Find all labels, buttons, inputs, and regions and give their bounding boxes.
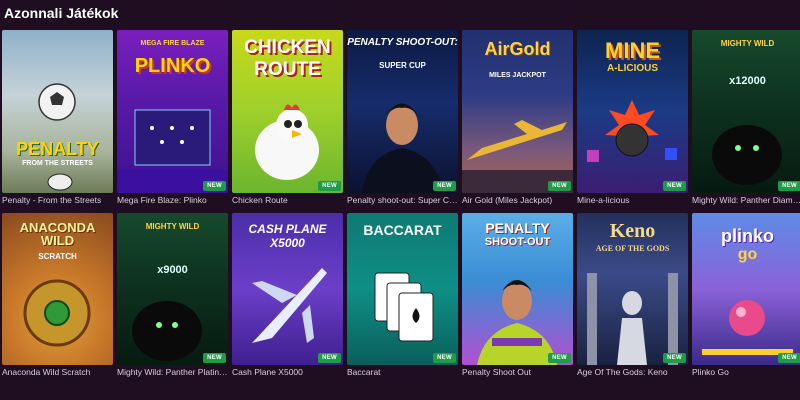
game-caption[interactable]: Mighty Wild: Panther Diamond (692, 195, 800, 207)
game-card-penalty-shoot-out[interactable]: PENALTY SHOOT-OUT NEW Penalty Shoot Out (462, 213, 573, 379)
penalty-art (38, 83, 76, 191)
game-card-plinko-go[interactable]: plinko go NEW Plinko Go (692, 213, 800, 379)
statue-art (587, 273, 678, 365)
ball-art (702, 300, 793, 355)
game-caption[interactable]: Penalty Shoot Out (462, 367, 573, 379)
game-thumbnail[interactable]: BACCARAT NEW (347, 213, 458, 365)
game-card-cash-plane[interactable]: CASH PLANE X5000 NEW Cash Plane X5000 (232, 213, 343, 379)
game-card-baccarat[interactable]: BACCARAT NEW Baccarat (347, 213, 458, 379)
game-thumbnail[interactable]: MEGA FIRE BLAZE PLINKO NEW (117, 30, 228, 193)
new-badge: NEW (318, 353, 341, 363)
game-thumbnail[interactable]: AirGold MILES JACKPOT NEW (462, 30, 573, 193)
game-caption[interactable]: Mine-a-licious (577, 195, 688, 207)
new-badge: NEW (203, 181, 226, 191)
player-art (477, 280, 557, 365)
chicken-art (255, 104, 319, 180)
new-badge: NEW (433, 353, 456, 363)
game-caption[interactable]: Age Of The Gods: Keno (577, 367, 688, 379)
game-card-age-of-the-gods-keno[interactable]: Keno AGE OF THE GODS NEW Age Of The Gods… (577, 213, 688, 379)
art-subtitle: FROM THE STREETS (22, 160, 93, 167)
player-art (362, 103, 443, 193)
game-caption[interactable]: Mega Fire Blaze: Plinko (117, 195, 228, 207)
game-thumbnail[interactable]: MINE A-LICIOUS NEW (577, 30, 688, 193)
game-card-anaconda-wild-scratch[interactable]: ANACONDA WILD SCRATCH Anaconda Wild Scra… (2, 213, 113, 379)
game-card-penalty-streets[interactable]: PENALTY FROM THE STREETS Penalty - From … (2, 30, 113, 207)
cards-art (374, 272, 434, 342)
game-thumbnail[interactable]: ANACONDA WILD SCRATCH (2, 213, 113, 365)
art-title: PENALTY (16, 139, 99, 159)
game-card-mega-fire-blaze-plinko[interactable]: MEGA FIRE BLAZE PLINKO NEW Mega Fire Bla… (117, 30, 228, 207)
airplane-art (462, 120, 573, 193)
game-caption[interactable]: Cash Plane X5000 (232, 367, 343, 379)
game-caption[interactable]: Penalty - From the Streets (2, 195, 113, 207)
new-badge: NEW (203, 353, 226, 363)
game-caption[interactable]: Chicken Route (232, 195, 343, 207)
game-card-chicken-route[interactable]: CHICKEN ROUTE NEW Chicken Route (232, 30, 343, 207)
game-card-mighty-wild-panther-diamond[interactable]: MIGHTY WILD x12000 NEW Mighty Wild: Pant… (692, 30, 800, 207)
new-badge: NEW (548, 353, 571, 363)
game-thumbnail[interactable]: PENALTY SHOOT-OUT NEW (462, 213, 573, 365)
game-caption[interactable]: Mighty Wild: Panther Platinum (117, 367, 228, 379)
plinko-board-art (117, 109, 228, 193)
game-card-mighty-wild-panther-platinum[interactable]: MIGHTY WILD x9000 NEW Mighty Wild: Panth… (117, 213, 228, 379)
game-caption[interactable]: Baccarat (347, 367, 458, 379)
game-thumbnail[interactable]: PENALTY SHOOT-OUT: SUPER CUP NEW (347, 30, 458, 193)
jet-art (252, 268, 327, 343)
game-caption[interactable]: Plinko Go (692, 367, 800, 379)
new-badge: NEW (663, 181, 686, 191)
game-thumbnail[interactable]: MIGHTY WILD x9000 NEW (117, 213, 228, 365)
section-title: Azonnali Játékok (4, 5, 119, 21)
game-caption[interactable]: Air Gold (Miles Jackpot) (462, 195, 573, 207)
game-caption[interactable]: Penalty shoot-out: Super Cup (347, 195, 458, 207)
game-thumbnail[interactable]: plinko go NEW (692, 213, 800, 365)
new-badge: NEW (663, 353, 686, 363)
game-thumbnail[interactable]: PENALTY FROM THE STREETS (2, 30, 113, 193)
new-badge: NEW (433, 181, 456, 191)
games-grid: PENALTY FROM THE STREETS Penalty - From … (2, 30, 800, 379)
game-card-air-gold[interactable]: AirGold MILES JACKPOT NEW Air Gold (Mile… (462, 30, 573, 207)
game-thumbnail[interactable]: CHICKEN ROUTE NEW (232, 30, 343, 193)
panther-art (132, 301, 202, 361)
panther-art (712, 125, 782, 185)
medallion-art (23, 279, 91, 347)
new-badge: NEW (548, 181, 571, 191)
game-card-mine-a-licious[interactable]: MINE A-LICIOUS NEW Mine-a-licious (577, 30, 688, 207)
game-card-penalty-shoot-out-super-cup[interactable]: PENALTY SHOOT-OUT: SUPER CUP NEW Penalty… (347, 30, 458, 207)
game-caption[interactable]: Anaconda Wild Scratch (2, 367, 113, 379)
new-badge: NEW (318, 181, 341, 191)
game-thumbnail[interactable]: Keno AGE OF THE GODS NEW (577, 213, 688, 365)
game-thumbnail[interactable]: CASH PLANE X5000 NEW (232, 213, 343, 365)
new-badge: NEW (778, 181, 800, 191)
new-badge: NEW (778, 353, 800, 363)
bomb-art (587, 100, 677, 162)
game-thumbnail[interactable]: MIGHTY WILD x12000 NEW (692, 30, 800, 193)
